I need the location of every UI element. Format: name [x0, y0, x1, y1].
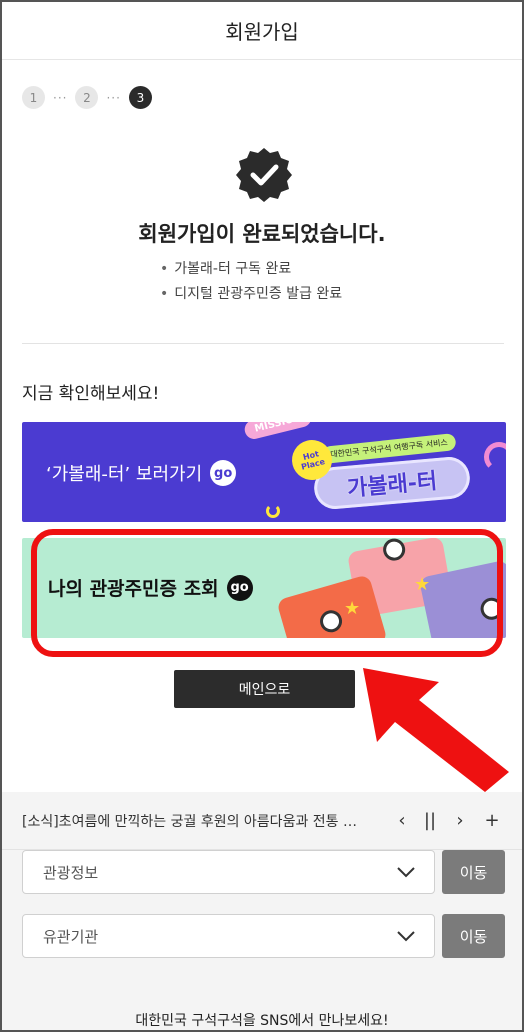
- completion-item: 디지털 관광주민증 발급 완료: [160, 282, 342, 307]
- annotation-highlight-box: [31, 529, 503, 657]
- tourism-info-row: 관광정보 이동: [22, 850, 506, 894]
- step-separator: ···: [106, 90, 121, 105]
- annotation-arrow-icon: [363, 668, 509, 792]
- decorative-arc: [484, 442, 506, 472]
- banner-text: ‘가볼래-터’ 보러가기: [46, 464, 203, 485]
- check-section-title: 지금 확인해보세요!: [22, 384, 160, 404]
- page-header: 회원가입: [2, 2, 522, 60]
- move-button[interactable]: 이동: [442, 914, 505, 958]
- decorative-squiggle: [266, 504, 280, 518]
- banner-label: ‘가볼래-터’ 보러가기 go: [46, 460, 237, 486]
- check-badge-icon: [236, 148, 292, 202]
- completion-list: 가볼래-터 구독 완료 디지털 관광주민증 발급 완료: [160, 257, 342, 307]
- gabollaeter-banner[interactable]: ‘가볼래-터’ 보러가기 go MISSION 가볼래-터 대한민국 구석구석 …: [22, 422, 506, 522]
- select-value: 유관기관: [43, 927, 99, 946]
- page-title: 회원가입: [225, 20, 299, 44]
- step-indicator: 1 ··· 2 ··· 3: [22, 86, 152, 109]
- go-icon: go: [210, 460, 237, 486]
- sns-promo-text: 대한민국 구석구석을 SNS에서 만나보세요!: [135, 1013, 389, 1029]
- completion-item: 가볼래-터 구독 완료: [160, 257, 342, 282]
- pause-icon[interactable]: ||: [420, 810, 440, 831]
- select-value: 관광정보: [43, 863, 99, 882]
- section-divider: [22, 343, 504, 344]
- step-1: 1: [22, 86, 45, 109]
- news-link[interactable]: [소식]초여름에 만끽하는 궁궐 후원의 아름다움과 전통 …: [22, 811, 380, 831]
- chevron-down-icon: [397, 931, 415, 942]
- step-2: 2: [75, 86, 99, 109]
- move-button[interactable]: 이동: [442, 850, 505, 894]
- step-3: 3: [128, 86, 152, 109]
- completion-title: 회원가입이 완료되었습니다.: [138, 222, 386, 246]
- related-org-select[interactable]: 유관기관: [22, 914, 435, 958]
- chevron-down-icon: [397, 867, 415, 878]
- chevron-right-icon[interactable]: ›: [450, 810, 470, 831]
- step-separator: ···: [53, 90, 68, 105]
- tourism-info-select[interactable]: 관광정보: [22, 850, 435, 894]
- news-ticker: [소식]초여름에 만끽하는 궁궐 후원의 아름다움과 전통 … ‹ || › +: [2, 792, 522, 850]
- brand-logo: 가볼래-터: [312, 455, 472, 511]
- page-frame: 회원가입 1 ··· 2 ··· 3 회원가입이 완료되었습니다. 가볼래-터 …: [0, 0, 524, 1032]
- plus-icon[interactable]: +: [482, 810, 502, 831]
- main-page-button[interactable]: 메인으로: [174, 670, 355, 708]
- footer: [소식]초여름에 만끽하는 궁궐 후원의 아름다움과 전통 … ‹ || › +…: [2, 792, 522, 1030]
- chevron-left-icon[interactable]: ‹: [392, 810, 412, 831]
- related-org-row: 유관기관 이동: [22, 914, 506, 958]
- mission-tag: MISSION: [242, 422, 314, 441]
